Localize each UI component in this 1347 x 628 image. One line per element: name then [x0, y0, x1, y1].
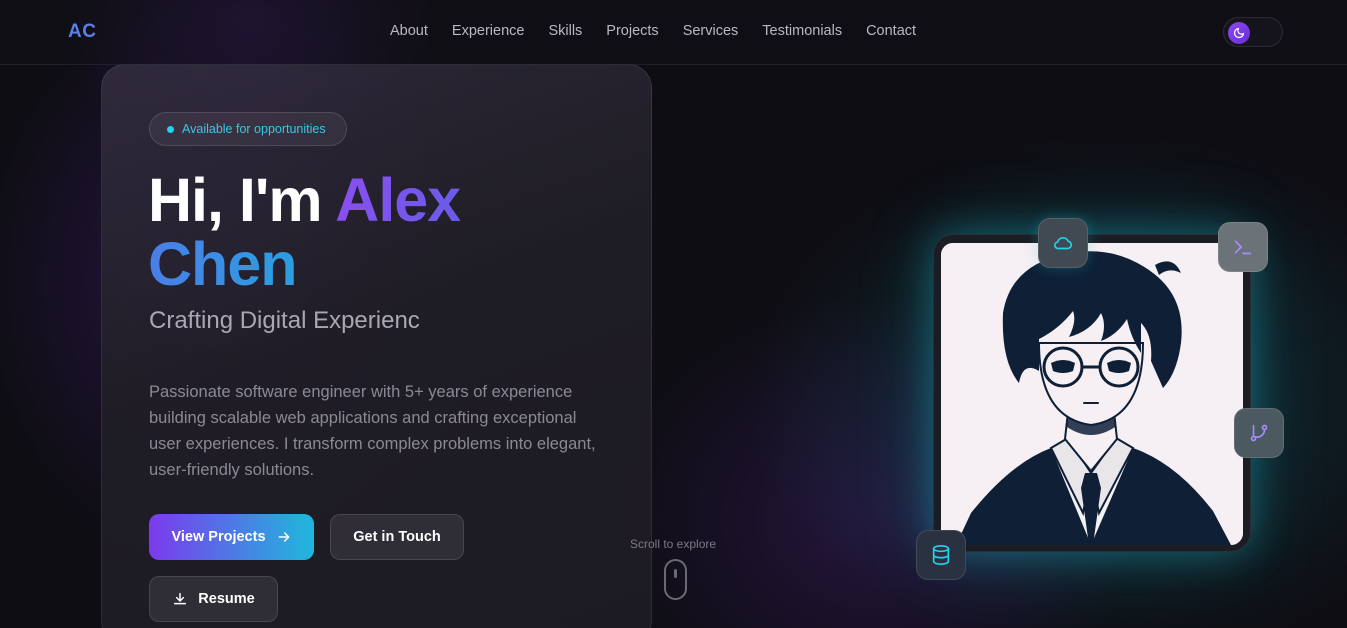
- hero-subtitle: Crafting Digital Experienc: [149, 307, 420, 334]
- status-dot: [167, 125, 174, 133]
- nav-link-about[interactable]: About: [390, 23, 428, 39]
- terminal-icon: [1234, 240, 1252, 255]
- git-branch-icon-chip: [1234, 408, 1284, 458]
- greeting: Hi, I'm: [148, 166, 323, 234]
- view-projects-label: View Projects: [171, 529, 266, 545]
- hero-description: Passionate software engineer with 5+ yea…: [149, 383, 596, 479]
- terminal-icon-chip: [1218, 222, 1268, 272]
- git-branch-icon: [1250, 424, 1268, 442]
- database-icon: [932, 545, 950, 565]
- scroll-label: Scroll to explore: [630, 537, 717, 551]
- resume-label: Resume: [198, 591, 255, 607]
- availability-text: Available for opportunities: [182, 122, 326, 136]
- anime-portrait-illustration: [941, 243, 1243, 545]
- nav-link-experience[interactable]: Experience: [452, 23, 525, 39]
- download-icon: [174, 592, 187, 605]
- last-name: Chen: [148, 230, 297, 298]
- nav-menu: About Experience Skills Projects Service…: [390, 23, 916, 39]
- cloud-icon-chip: [1038, 218, 1088, 268]
- logo[interactable]: AC: [68, 21, 96, 43]
- theme-toggle-knob: [1228, 22, 1250, 44]
- first-name: Alex: [335, 166, 461, 234]
- nav-link-services[interactable]: Services: [683, 23, 739, 39]
- nav-link-skills[interactable]: Skills: [548, 23, 582, 39]
- profile-portrait: [941, 243, 1243, 545]
- get-in-touch-button[interactable]: Get in Touch: [330, 514, 464, 560]
- nav-link-projects[interactable]: Projects: [606, 23, 658, 39]
- scroll-mouse-icon[interactable]: [664, 559, 687, 600]
- availability-badge: Available for opportunities: [149, 112, 347, 146]
- resume-button[interactable]: Resume: [149, 576, 278, 622]
- nav-link-contact[interactable]: Contact: [866, 23, 916, 39]
- theme-toggle[interactable]: [1223, 17, 1283, 47]
- top-nav: AC About Experience Skills Projects Serv…: [0, 0, 1347, 65]
- cloud-icon: [1054, 236, 1073, 250]
- view-projects-button[interactable]: View Projects: [149, 514, 314, 560]
- database-icon-chip: [916, 530, 966, 580]
- mouse-wheel: [674, 569, 677, 578]
- arrow-right-icon: [278, 532, 289, 542]
- nav-link-testimonials[interactable]: Testimonials: [762, 23, 842, 39]
- moon-icon: [1233, 27, 1245, 39]
- hero-heading: Hi, I'm Alex Chen: [148, 166, 461, 298]
- get-in-touch-label: Get in Touch: [353, 529, 441, 545]
